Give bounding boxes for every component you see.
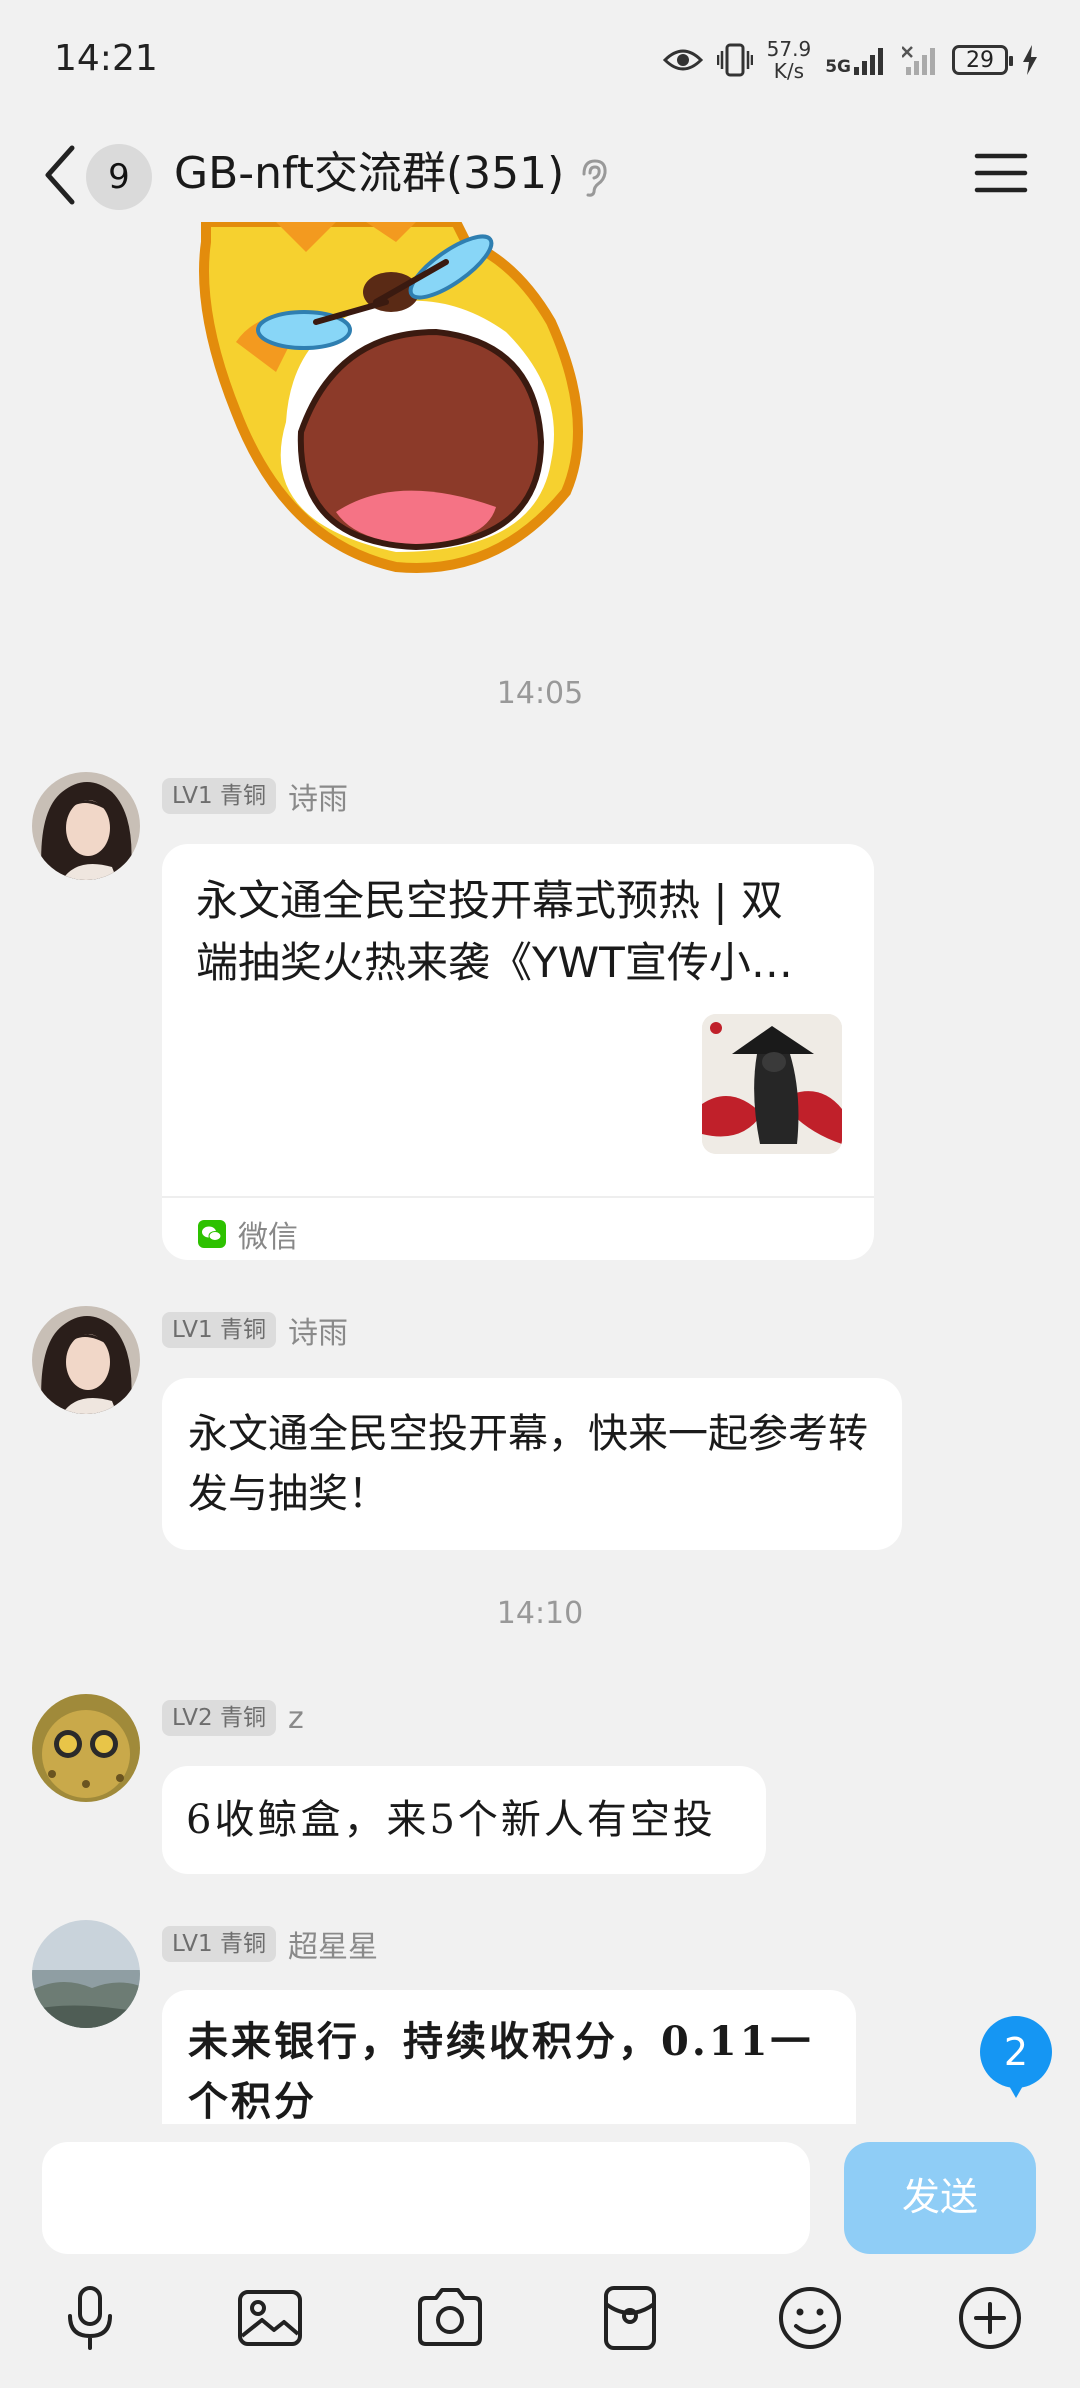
sticker-image[interactable] [196, 222, 586, 582]
composer: 发送 [0, 2124, 1080, 2388]
card-thumbnail [702, 1014, 842, 1154]
signal-icon [854, 48, 883, 75]
emoji-icon[interactable] [774, 2282, 846, 2354]
message-bubble[interactable]: 永文通全民空投开幕，快来一起参考转发与抽奖！ [162, 1378, 902, 1550]
level-badge: LV1 青铜 [162, 1312, 276, 1348]
status-bar: 14:21 57.9 K/s 5G 29 [0, 0, 1080, 118]
network-type: 5G [825, 57, 851, 77]
level-badge: LV2 青铜 [162, 1700, 276, 1736]
sender-info: LV2 青铜 z [162, 1698, 304, 1738]
net-speed-value: 57.9 [766, 37, 812, 61]
card-divider [162, 1196, 874, 1198]
avatar[interactable] [32, 1694, 140, 1802]
message-text: 6收鲸盒，来5个新人有空投 [186, 1797, 716, 1843]
vibrate-icon [716, 43, 753, 77]
avatar[interactable] [32, 772, 140, 880]
message-text: 永文通全民空投开幕，快来一起参考转发与抽奖！ [188, 1411, 868, 1517]
sender-info: LV1 青铜 超星星 [162, 1922, 378, 1966]
wechat-icon [198, 1220, 226, 1248]
card-source: 微信 [198, 1212, 298, 1256]
card-title: 永文通全民空投开幕式预热 | 双端抽奖火热来袭《YWT宣传小… [196, 876, 793, 987]
net-speed-unit: K/s [773, 59, 805, 83]
input-toolbar [0, 2282, 1080, 2372]
signal-2-icon [902, 46, 935, 75]
time-separator: 14:10 [496, 1596, 584, 1631]
status-time: 14:21 [54, 38, 158, 79]
avatar[interactable] [32, 1920, 140, 2028]
image-icon[interactable] [234, 2282, 306, 2354]
chat-title[interactable]: GB-nft交流群(351) [174, 138, 564, 210]
card-source-label: 微信 [238, 1220, 298, 1255]
sender-info: LV1 青铜 诗雨 [162, 774, 348, 818]
sender-info: LV1 青铜 诗雨 [162, 1308, 348, 1352]
signal-5g: 5G [825, 45, 888, 77]
unread-count-badge[interactable]: 9 [86, 144, 152, 210]
message-bubble[interactable]: 6收鲸盒，来5个新人有空投 [162, 1766, 766, 1874]
time-separator: 14:05 [496, 676, 584, 711]
message-bubble[interactable]: 未来银行，持续收积分，0.11一个积分 [162, 1990, 856, 2124]
message-input[interactable] [42, 2142, 810, 2254]
status-icons: 57.9 K/s 5G 29 [662, 32, 1038, 88]
level-badge: LV1 青铜 [162, 1926, 276, 1962]
charging-icon [1023, 45, 1037, 75]
new-messages-badge[interactable]: 2 [980, 2016, 1052, 2098]
mic-icon[interactable] [54, 2282, 126, 2354]
menu-icon[interactable] [974, 148, 1028, 198]
back-button[interactable] [36, 136, 86, 214]
red-packet-icon[interactable] [594, 2282, 666, 2354]
sender-name[interactable]: 超星星 [288, 1922, 378, 1966]
level-badge: LV1 青铜 [162, 778, 276, 814]
avatar[interactable] [32, 1306, 140, 1414]
camera-icon[interactable] [414, 2282, 486, 2354]
message-text: 未来银行，持续收积分，0.11一个积分 [188, 2018, 814, 2124]
eye-icon [662, 49, 703, 71]
sender-name[interactable]: 诗雨 [288, 1308, 348, 1352]
sender-name[interactable]: z [288, 1701, 304, 1736]
plus-icon[interactable] [954, 2282, 1026, 2354]
battery-indicator: 29 [952, 45, 1013, 75]
share-card[interactable]: 永文通全民空投开幕式预热 | 双端抽奖火热来袭《YWT宣传小… 微信 [162, 844, 874, 1260]
net-speed: 57.9 K/s [767, 38, 812, 82]
ear-icon[interactable] [576, 158, 610, 198]
sender-name[interactable]: 诗雨 [288, 774, 348, 818]
send-button[interactable]: 发送 [844, 2142, 1036, 2254]
chat-header: 9 GB-nft交流群(351) [0, 118, 1080, 228]
